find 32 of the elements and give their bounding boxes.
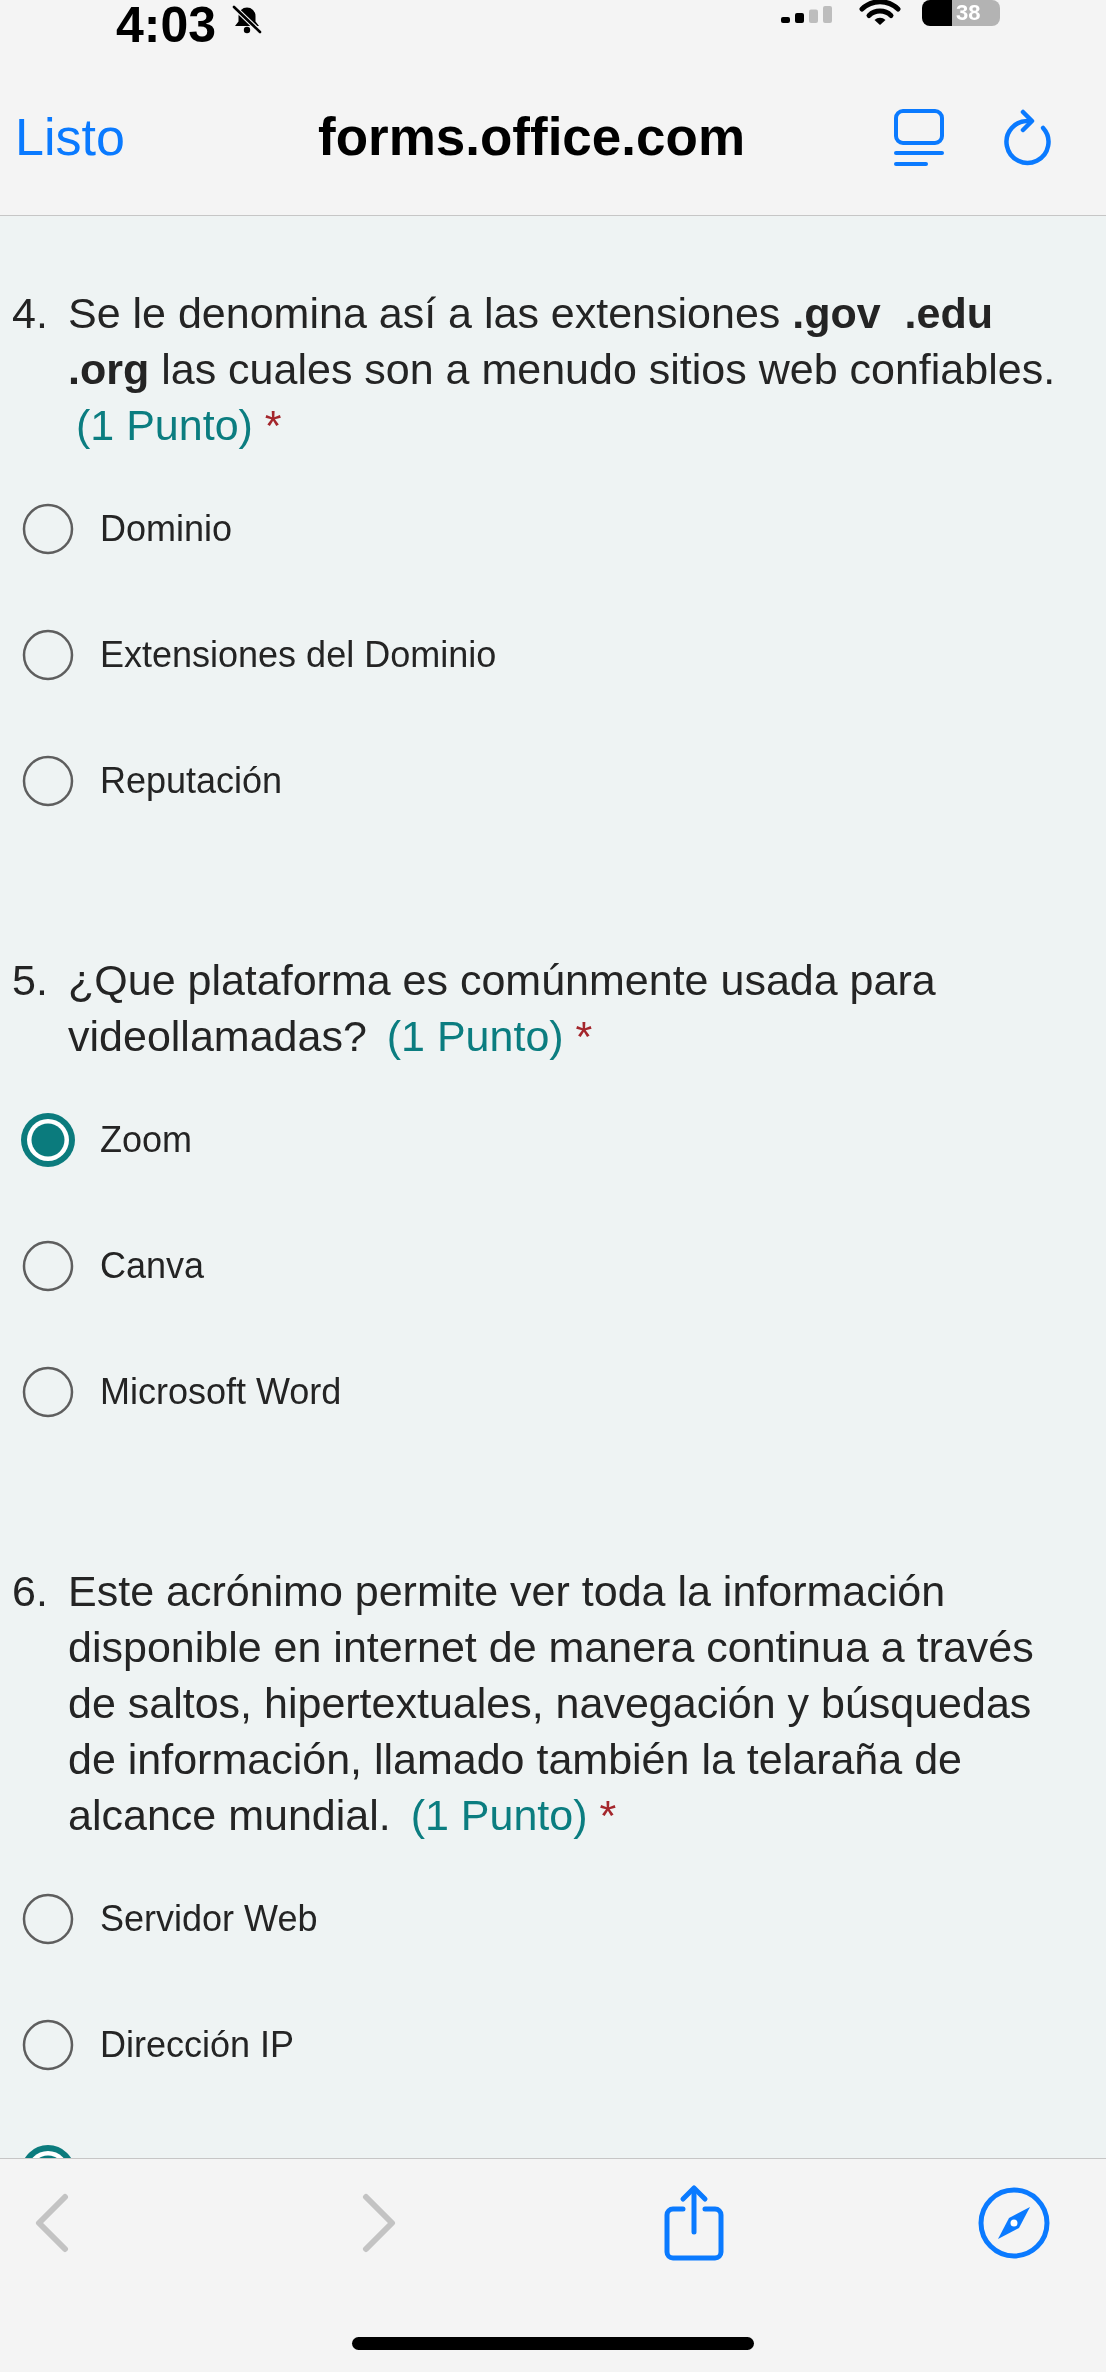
option-label[interactable]: Zoom — [100, 1118, 193, 1162]
option-label[interactable]: Dirección IP — [100, 2023, 295, 2067]
question-number: 6. — [12, 1566, 49, 1617]
radio-button[interactable] — [21, 1365, 75, 1419]
status-time: 4:03 — [116, 0, 217, 50]
share-icon[interactable] — [663, 2184, 725, 2262]
radio-button[interactable] — [21, 628, 75, 682]
option-label[interactable]: Extensiones del Dominio — [100, 633, 497, 677]
question-number: 5. — [12, 955, 49, 1006]
question-title: Se le denomina así a las extensiones .gov .edu .org las cuales son a menudo sitios web confiables. (1 Punto) * — [68, 288, 1057, 451]
wifi-icon — [859, 0, 901, 26]
radio-button[interactable] — [21, 1239, 75, 1293]
reader-view-icon[interactable] — [894, 108, 944, 167]
radio-button[interactable] — [21, 1892, 75, 1946]
done-button[interactable]: Listo — [15, 107, 125, 168]
radio-button[interactable] — [21, 502, 75, 556]
question-title: Este acrónimo permite ver toda la información disponible en internet de manera continua a través de saltos, hipertextuales, navegación y búsquedas de información, llamado también la telaraña de alcance mundial. (1 Punto) * — [68, 1566, 1035, 1841]
radio-button[interactable] — [21, 754, 75, 808]
compass-icon[interactable] — [978, 2187, 1050, 2259]
radio-button[interactable] — [21, 1113, 75, 1167]
option-label[interactable]: Microsoft Word — [100, 1370, 342, 1414]
option-label[interactable]: Reputación — [100, 759, 283, 803]
radio-button[interactable] — [21, 2018, 75, 2072]
option-label[interactable]: Dominio — [100, 507, 233, 551]
page-address: forms.office.com — [318, 107, 745, 167]
signal-icon — [781, 6, 834, 23]
reload-icon[interactable] — [1004, 108, 1054, 167]
question-title: ¿Que plataforma es comúnmente usada para videollamadas? (1 Punto) * — [68, 955, 937, 1062]
question-number: 4. — [12, 288, 49, 339]
battery-level: 38 — [922, 0, 1000, 26]
option-label[interactable]: Servidor Web — [100, 1897, 318, 1941]
option-label[interactable]: Canva — [100, 1244, 205, 1288]
